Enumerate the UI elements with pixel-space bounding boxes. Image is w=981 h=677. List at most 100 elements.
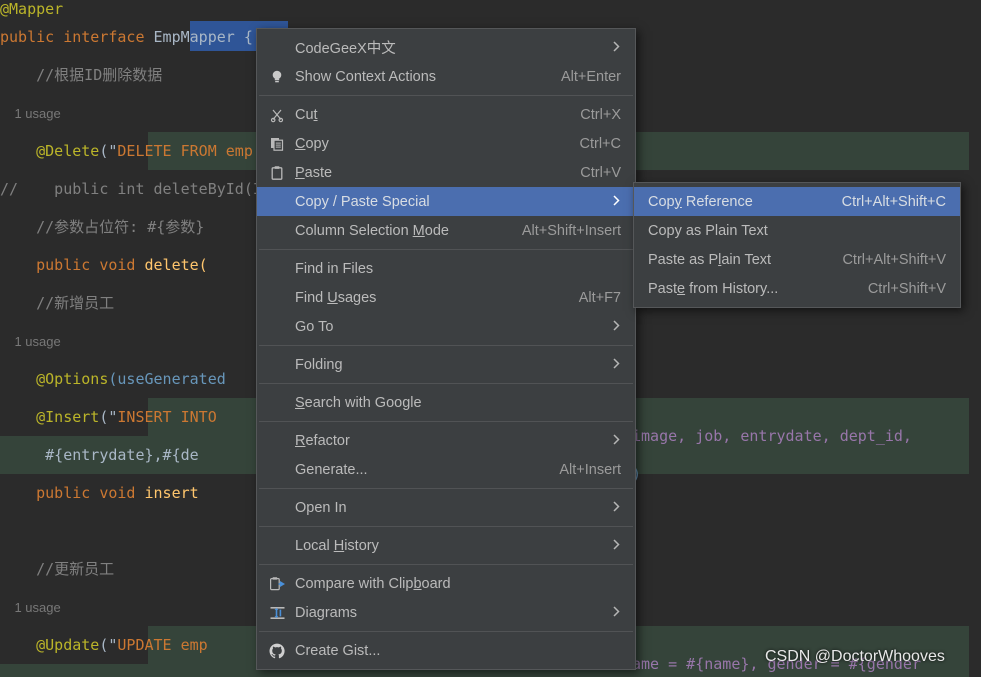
menu-item-codegeex[interactable]: CodeGeeX中文: [257, 33, 635, 62]
menu-item-label: Generate...: [295, 461, 368, 478]
no-icon: [265, 221, 289, 241]
code-token: delete(: [144, 256, 208, 274]
menu-item-copy-reference[interactable]: Copy Reference Ctrl+Alt+Shift+C: [634, 187, 960, 216]
code-token: public: [0, 484, 100, 502]
no-icon: [265, 259, 289, 279]
menu-item-cut[interactable]: Cut Ctrl+X: [257, 100, 635, 129]
code-token: (": [99, 636, 118, 654]
menu-item-label: Compare with Clipboard: [295, 575, 451, 592]
menu-item-paste-as-plain-text[interactable]: Paste as Plain Text Ctrl+Alt+Shift+V: [634, 245, 960, 274]
menu-item-label: Paste: [295, 164, 333, 181]
code-token: INSERT INTO: [117, 408, 217, 426]
menu-item-shortcut: Ctrl+Alt+Shift+C: [841, 193, 946, 210]
code-token: 1 usage: [0, 106, 61, 121]
menu-item-copy-paste-special[interactable]: Copy / Paste Special: [257, 187, 635, 216]
chevron-right-icon: [613, 433, 623, 448]
github-icon: [265, 641, 289, 661]
chevron-right-icon: [613, 500, 623, 515]
menu-item-paste-from-history[interactable]: Paste from History... Ctrl+Shift+V: [634, 274, 960, 303]
menu-item-label: Go To: [295, 318, 334, 335]
code-token: //更新员工: [0, 560, 115, 578]
code-line: public void insert: [0, 474, 199, 512]
menu-item-search-with-google[interactable]: Search with Google: [257, 388, 635, 417]
code-line: 1 usage: [0, 322, 60, 360]
code-line: //参数占位符: #{参数}: [0, 208, 204, 246]
code-line: //新增员工: [0, 284, 114, 322]
code-token: UPDATE emp: [117, 636, 208, 654]
menu-item-diagrams[interactable]: Diagrams: [257, 598, 635, 627]
menu-item-label: Folding: [295, 356, 343, 373]
menu-item-label: Diagrams: [295, 604, 358, 621]
menu-item-shortcut: Alt+Enter: [560, 68, 621, 85]
code-line: public void delete(: [0, 246, 208, 284]
menu-item-find-in-files[interactable]: Find in Files: [257, 254, 635, 283]
menu-item-column-selection-mode[interactable]: Column Selection Mode Alt+Shift+Insert: [257, 216, 635, 245]
menu-item-open-in[interactable]: Open In: [257, 493, 635, 522]
menu-item-paste[interactable]: Paste Ctrl+V: [257, 158, 635, 187]
menu-separator: [259, 564, 633, 565]
menu-item-refactor[interactable]: Refactor: [257, 426, 635, 455]
no-icon: [265, 192, 289, 212]
menu-separator: [259, 421, 633, 422]
menu-item-local-history[interactable]: Local History: [257, 531, 635, 560]
menu-item-label: Search with Google: [295, 394, 422, 411]
code-fragment: image, job, entrydate, dept_id,: [632, 427, 912, 445]
code-line: 1 usage: [0, 588, 61, 626]
menu-item-generate[interactable]: Generate... Alt+Insert: [257, 455, 635, 484]
diagrams-icon: [265, 603, 289, 623]
no-icon: [265, 498, 289, 518]
menu-separator: [259, 383, 633, 384]
menu-item-label: Paste as Plain Text: [648, 251, 772, 268]
menu-item-shortcut: Alt+F7: [578, 289, 621, 306]
menu-separator: [259, 249, 633, 250]
watermark-text: CSDN @DoctorWhooves: [765, 648, 945, 665]
editor-vertical-scrollbar[interactable]: [969, 0, 981, 677]
code-token: @Options: [0, 370, 109, 388]
chevron-right-icon: [613, 538, 623, 553]
menu-separator: [259, 345, 633, 346]
no-icon: [265, 460, 289, 480]
copy-paste-special-submenu[interactable]: Copy Reference Ctrl+Alt+Shift+C Copy as Pl…: [633, 182, 961, 308]
chevron-right-icon: [613, 194, 623, 209]
code-line: @Options(useGenerated: [0, 360, 226, 398]
menu-item-find-usages[interactable]: Find Usages Alt+F7: [257, 283, 635, 312]
menu-item-shortcut: Ctrl+V: [580, 164, 621, 181]
menu-separator: [259, 95, 633, 96]
menu-item-folding[interactable]: Folding: [257, 350, 635, 379]
chevron-right-icon: [613, 357, 623, 372]
no-icon: [265, 38, 289, 58]
menu-item-label: Cut: [295, 106, 318, 123]
menu-item-create-gist[interactable]: Create Gist...: [257, 636, 635, 665]
menu-separator: [259, 631, 633, 632]
no-icon: [265, 393, 289, 413]
chevron-right-icon: [613, 605, 623, 620]
menu-item-label: Show Context Actions: [295, 68, 437, 85]
code-token: //新增员工: [0, 294, 115, 312]
menu-separator: [259, 488, 633, 489]
menu-item-label: Copy as Plain Text: [648, 222, 768, 239]
code-token: #{entrydate},#{de: [0, 446, 199, 464]
code-token: @Insert: [0, 408, 100, 426]
menu-item-compare-with-clipboard[interactable]: Compare with Clipboard: [257, 569, 635, 598]
code-token: (": [99, 142, 118, 160]
code-line: @Insert("INSERT INTO: [0, 398, 217, 436]
menu-item-show-context-actions[interactable]: Show Context Actions Alt+Enter: [257, 62, 635, 91]
menu-item-label: Refactor: [295, 432, 350, 449]
code-token: //参数占位符: #{参数}: [0, 218, 205, 236]
menu-item-label: Copy Reference: [648, 193, 753, 210]
compare-clipboard-icon: [265, 574, 289, 594]
menu-item-go-to[interactable]: Go To: [257, 312, 635, 341]
menu-item-copy-as-plain-text[interactable]: Copy as Plain Text: [634, 216, 960, 245]
code-token: EmpMapper {: [153, 28, 253, 46]
code-token: (useGenerated: [108, 370, 226, 388]
editor-context-menu[interactable]: CodeGeeX中文 Show Context Actions Alt+Enter C…: [256, 28, 636, 670]
menu-item-label: Paste from History...: [648, 280, 779, 297]
code-token: void: [99, 256, 145, 274]
no-icon: [265, 317, 289, 337]
menu-item-label: Open In: [295, 499, 347, 516]
menu-item-copy[interactable]: Copy Ctrl+C: [257, 129, 635, 158]
code-line: public interface EmpMapper {: [0, 18, 253, 56]
code-token: 1 usage: [0, 600, 61, 615]
copy-icon: [265, 134, 289, 154]
menu-item-label: Local History: [295, 537, 379, 554]
